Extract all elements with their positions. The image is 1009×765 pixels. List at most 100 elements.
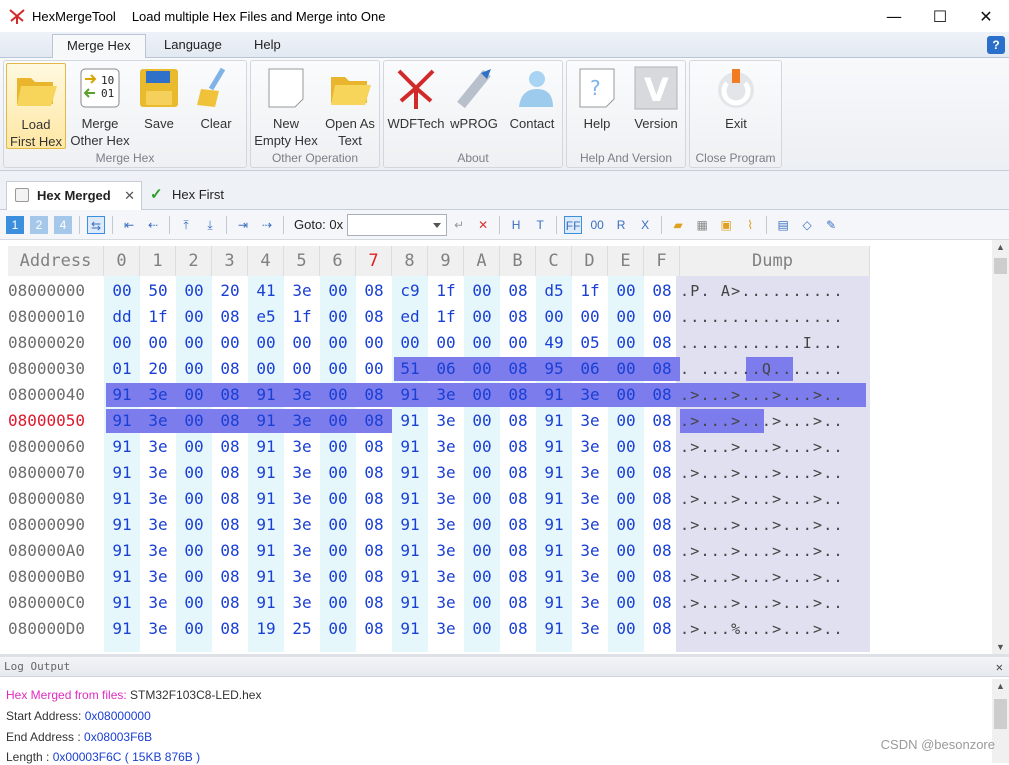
hex-byte-cell[interactable]: 00 xyxy=(248,356,284,382)
hex-byte-cell[interactable]: 08 xyxy=(500,564,536,590)
scroll-thumb[interactable] xyxy=(994,258,1007,274)
hex-byte-cell[interactable]: 00 xyxy=(464,356,500,382)
hex-byte-cell[interactable]: 3e xyxy=(572,382,608,408)
hex-byte-cell[interactable]: 95 xyxy=(536,356,572,382)
hex-byte-cell[interactable]: 3e xyxy=(140,460,176,486)
hex-byte-cell[interactable]: 00 xyxy=(140,330,176,356)
hex-byte-cell[interactable]: 08 xyxy=(500,538,536,564)
hex-byte-cell[interactable]: 00 xyxy=(464,382,500,408)
hex-byte-cell[interactable]: 91 xyxy=(248,512,284,538)
hex-byte-cell[interactable]: 08 xyxy=(212,564,248,590)
hex-byte-cell[interactable]: 08 xyxy=(356,460,392,486)
hex-byte-cell[interactable]: dd xyxy=(104,304,140,330)
tab-language[interactable]: Language xyxy=(150,34,236,58)
hex-byte-cell[interactable]: 3e xyxy=(284,538,320,564)
hex-byte-cell[interactable]: 00 xyxy=(608,616,644,642)
hex-byte-cell[interactable]: 08 xyxy=(500,512,536,538)
maximize-button[interactable]: ☐ xyxy=(917,0,963,32)
hex-byte-cell[interactable]: e5 xyxy=(248,304,284,330)
hex-byte-cell[interactable]: 3e xyxy=(140,408,176,434)
hex-byte-cell[interactable]: 91 xyxy=(248,382,284,408)
hex-byte-cell[interactable]: 08 xyxy=(356,616,392,642)
hex-byte-cell[interactable]: 00 xyxy=(464,512,500,538)
hex-byte-cell[interactable]: 00 xyxy=(320,486,356,512)
hex-byte-cell[interactable]: 00 xyxy=(320,330,356,356)
hex-byte-cell[interactable]: 08 xyxy=(212,304,248,330)
scroll-up-icon[interactable]: ▲ xyxy=(996,681,1005,691)
hex-byte-cell[interactable]: 00 xyxy=(176,330,212,356)
fill-x-button[interactable]: X xyxy=(636,216,654,234)
hex-byte-cell[interactable]: 00 xyxy=(608,590,644,616)
hex-byte-cell[interactable]: 00 xyxy=(464,330,500,356)
hex-byte-cell[interactable]: 1f xyxy=(140,304,176,330)
hex-byte-cell[interactable]: 91 xyxy=(536,382,572,408)
hex-byte-cell[interactable]: 00 xyxy=(320,382,356,408)
hex-byte-cell[interactable]: 91 xyxy=(104,564,140,590)
hex-byte-cell[interactable]: 3e xyxy=(572,486,608,512)
hex-byte-cell[interactable]: 08 xyxy=(356,304,392,330)
dump-text[interactable]: .>...>...>...>.. xyxy=(680,564,870,590)
hex-byte-cell[interactable]: 08 xyxy=(356,382,392,408)
merge-other-hex-button[interactable]: 10 01 Merge Other Hex xyxy=(68,63,132,149)
hex-file-icon[interactable]: ▤ xyxy=(774,216,792,234)
hex-byte-cell[interactable]: 00 xyxy=(464,538,500,564)
hex-byte-cell[interactable]: 08 xyxy=(356,512,392,538)
hex-byte-cell[interactable]: 00 xyxy=(608,304,644,330)
hex-byte-cell[interactable]: 3e xyxy=(140,434,176,460)
hex-byte-cell[interactable]: 91 xyxy=(104,538,140,564)
hex-byte-cell[interactable]: 3e xyxy=(284,382,320,408)
hex-byte-cell[interactable]: 00 xyxy=(320,564,356,590)
hex-byte-cell[interactable]: 3e xyxy=(572,512,608,538)
clear-button[interactable]: Clear xyxy=(188,63,244,132)
minimize-button[interactable]: — xyxy=(871,0,917,32)
hex-byte-cell[interactable]: 3e xyxy=(284,590,320,616)
hex-byte-cell[interactable]: 91 xyxy=(104,616,140,642)
view-1-icon[interactable]: 1 xyxy=(6,215,24,234)
hex-byte-cell[interactable]: 08 xyxy=(500,486,536,512)
hex-byte-cell[interactable]: 00 xyxy=(320,460,356,486)
hex-byte-cell[interactable]: 00 xyxy=(320,538,356,564)
hex-byte-cell[interactable]: 08 xyxy=(212,616,248,642)
hex-byte-cell[interactable]: 91 xyxy=(536,616,572,642)
hex-byte-cell[interactable]: 91 xyxy=(536,512,572,538)
hex-byte-cell[interactable]: 3e xyxy=(284,408,320,434)
hex-byte-cell[interactable]: 00 xyxy=(464,408,500,434)
view-2-icon[interactable]: 2 xyxy=(30,215,48,234)
tab-hex-merged[interactable]: Hex Merged ✕ xyxy=(6,181,142,210)
align-bottom-icon[interactable]: ⤓ xyxy=(201,216,219,234)
hex-byte-cell[interactable]: 00 xyxy=(104,278,140,304)
hex-byte-cell[interactable]: 00 xyxy=(608,564,644,590)
hex-byte-cell[interactable]: 00 xyxy=(464,616,500,642)
hex-byte-cell[interactable]: 00 xyxy=(320,304,356,330)
dump-text[interactable]: .>...>...>...>.. xyxy=(680,590,870,616)
hex-byte-cell[interactable]: 00 xyxy=(608,512,644,538)
dump-text[interactable]: .>...>...>...>.. xyxy=(680,460,870,486)
hex-byte-cell[interactable]: 91 xyxy=(104,382,140,408)
scroll-down-icon[interactable]: ▼ xyxy=(996,642,1005,652)
hex-byte-cell[interactable]: 00 xyxy=(320,590,356,616)
close-log-icon[interactable]: ✕ xyxy=(996,657,1003,677)
hex-byte-cell[interactable]: 00 xyxy=(500,330,536,356)
hex-byte-cell[interactable]: 00 xyxy=(392,330,428,356)
hex-byte-cell[interactable]: 91 xyxy=(392,434,428,460)
hex-byte-cell[interactable]: 19 xyxy=(248,616,284,642)
hex-byte-cell[interactable]: 06 xyxy=(428,356,464,382)
eraser-icon[interactable]: ◇ xyxy=(798,216,816,234)
dump-text[interactable]: . ......Q....... xyxy=(680,356,870,382)
hex-byte-cell[interactable]: 08 xyxy=(500,434,536,460)
hex-byte-cell[interactable]: 08 xyxy=(644,590,680,616)
hex-byte-cell[interactable]: 08 xyxy=(356,590,392,616)
hex-byte-cell[interactable]: 00 xyxy=(320,278,356,304)
hex-byte-cell[interactable]: 91 xyxy=(104,486,140,512)
hex-byte-cell[interactable]: 00 xyxy=(608,460,644,486)
hex-byte-cell[interactable]: 91 xyxy=(536,538,572,564)
hex-byte-cell[interactable]: 08 xyxy=(500,382,536,408)
hex-byte-cell[interactable]: 3e xyxy=(284,460,320,486)
save-button[interactable]: Save xyxy=(134,63,184,132)
hex-byte-cell[interactable]: 91 xyxy=(536,460,572,486)
dump-text[interactable]: .>...>...>...>.. xyxy=(680,408,870,434)
hex-byte-cell[interactable]: 91 xyxy=(536,408,572,434)
hex-byte-cell[interactable]: 08 xyxy=(356,434,392,460)
goto-address-combobox[interactable] xyxy=(347,213,448,236)
hex-byte-cell[interactable]: 3e xyxy=(428,382,464,408)
